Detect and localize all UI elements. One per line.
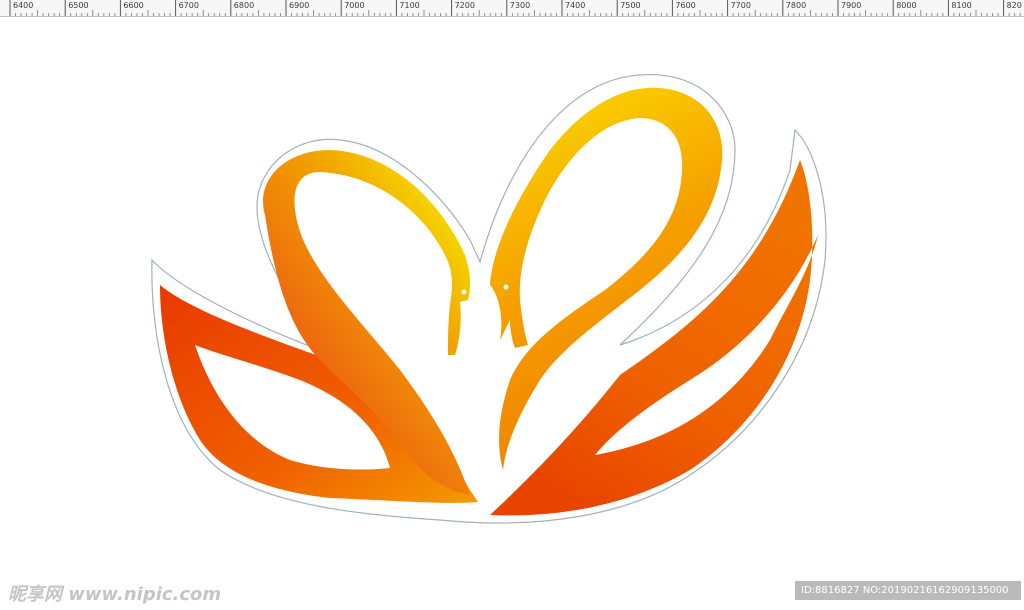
ruler-tick-label: 6600 [123,1,144,10]
ruler-tick-label: 7900 [841,1,862,10]
left-swan-eye [461,289,467,295]
ruler-tick-label: 7100 [399,1,420,10]
ruler-tick-label: 6700 [178,1,199,10]
drawing-canvas[interactable] [0,17,1024,610]
ruler-tick-label: 7500 [620,1,641,10]
image-id-watermark: ID:8816827 NO:20190216162909135000 [795,581,1021,600]
horizontal-ruler[interactable]: 6400 6500 6600 6700 6800 6900 7000 7100 7200 7300… [0,0,1024,17]
ruler-tick-label: 820 [1006,1,1022,10]
ruler-tick-label: 7300 [509,1,531,10]
right-swan-eye [503,284,509,290]
ruler-tick-label: 7000 [344,1,365,10]
ruler-tick-label: 7700 [730,1,751,10]
ruler-tick-label: 6800 [233,1,255,10]
ruler-tick-label: 7800 [785,1,807,10]
site-watermark: 昵享网 www.nipic.com [8,584,222,605]
ruler-tick-label: 7600 [675,1,696,10]
ruler-tick-label: 6400 [13,1,34,10]
ruler-tick-label: 7400 [565,1,586,10]
ruler-tick-label: 8100 [951,1,972,10]
ruler-tick-label: 7200 [454,1,475,10]
ruler-tick-label: 6500 [68,1,89,10]
ruler-tick-label: 8000 [896,1,917,10]
ruler-tick-label: 6900 [289,1,310,10]
